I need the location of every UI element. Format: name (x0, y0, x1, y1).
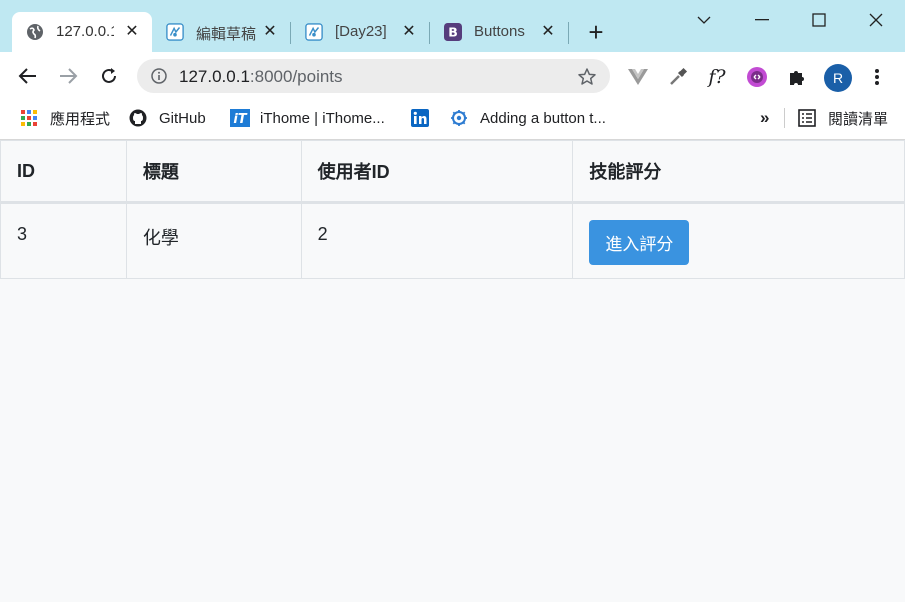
profile-avatar[interactable]: R (824, 64, 852, 92)
ithome-site-icon (305, 23, 323, 41)
bookmarks-overflow-button[interactable]: » (760, 108, 769, 128)
tab-close-icon[interactable]: ✕ (122, 21, 142, 41)
cell-user-id: 2 (300, 202, 574, 279)
tab-day23[interactable]: [Day23] ✕ (291, 12, 429, 52)
site-info-icon[interactable] (151, 68, 167, 84)
bookmark-ithome[interactable]: iT iThome | iThome... (230, 108, 385, 128)
tab-close-icon[interactable]: ✕ (538, 21, 558, 41)
github-icon (129, 109, 147, 127)
reading-list-icon (798, 109, 816, 127)
bookmark-apps[interactable]: 應用程式 (20, 108, 110, 128)
tab-close-icon[interactable]: ✕ (260, 21, 280, 41)
ithome-icon: iT (230, 109, 250, 127)
gear-like-site-icon (450, 109, 468, 127)
globe-icon (26, 23, 44, 41)
svg-text:B: B (448, 25, 458, 40)
bookmark-label: Adding a button t... (480, 109, 606, 127)
page-content: ID 標題 使用者ID 技能評分 3 化學 2 進入評分 (0, 140, 905, 602)
table-header-row: ID 標題 使用者ID 技能評分 (0, 140, 905, 204)
bookmark-linkedin[interactable] (411, 108, 441, 128)
address-bar[interactable]: 127.0.0.1:8000/points (137, 59, 610, 93)
devtools-extension-icon[interactable] (746, 66, 768, 88)
cell-title: 化學 (125, 202, 302, 279)
bootstrap-icon: B (444, 23, 462, 41)
svg-text:iT: iT (233, 112, 247, 127)
apps-grid-icon (20, 109, 38, 127)
cell-action: 進入評分 (572, 202, 905, 279)
tab-title: [Day23] (335, 23, 387, 40)
maximize-icon[interactable] (807, 8, 831, 32)
bookmark-label: 應用程式 (50, 110, 111, 128)
tab-title: Buttons (474, 23, 525, 40)
browser-toolbar: 127.0.0.1:8000/points f? R (0, 52, 905, 100)
bookmarks-bar: 應用程式 GitHub iT iThome | iThome... Adding… (0, 100, 905, 136)
bookmarks-divider (784, 108, 785, 128)
url-text: 127.0.0.1:8000/points (179, 67, 343, 87)
tab-edit-draft[interactable]: 編輯草稿 ✕ (152, 12, 290, 52)
tab-close-icon[interactable]: ✕ (399, 21, 419, 41)
browser-window: 127.0.0.1 ✕ 編輯草稿 ✕ [Day23] ✕ B Buttons ✕ (0, 0, 905, 602)
extensions-puzzle-icon[interactable] (786, 66, 808, 88)
ithome-site-icon (166, 23, 184, 41)
reading-list-label: 閱讀清單 (828, 110, 889, 128)
cell-id: 3 (0, 202, 127, 279)
eyedropper-icon[interactable] (667, 66, 689, 88)
column-header-id: ID (0, 140, 127, 204)
table-row: 3 化學 2 進入評分 (0, 202, 905, 279)
new-tab-button[interactable]: + (583, 19, 609, 46)
tab-strip: 127.0.0.1 ✕ 編輯草稿 ✕ [Day23] ✕ B Buttons ✕ (0, 0, 905, 52)
linkedin-icon (411, 109, 429, 127)
url-host: 127.0.0.1 (179, 67, 250, 86)
bookmark-star-icon[interactable] (577, 67, 597, 87)
url-path: :8000/points (249, 67, 343, 86)
back-arrow-icon[interactable] (16, 64, 40, 88)
formula-extension-icon[interactable]: f? (706, 66, 728, 88)
tab-title: 127.0.0.1 (56, 23, 114, 40)
forward-arrow-icon[interactable] (56, 64, 80, 88)
bookmark-adding-button[interactable]: Adding a button t... (450, 108, 606, 128)
tab-buttons[interactable]: B Buttons ✕ (430, 12, 568, 52)
reading-list-button[interactable]: 閱讀清單 (798, 108, 888, 128)
bookmark-label: GitHub (159, 109, 206, 127)
menu-kebab-icon[interactable] (866, 66, 888, 88)
bookmark-github[interactable]: GitHub (129, 108, 206, 128)
tab-separator (568, 22, 569, 44)
close-window-icon[interactable] (864, 8, 888, 32)
vue-devtools-icon[interactable] (627, 66, 649, 88)
tab-title: 編輯草稿 (196, 26, 256, 43)
column-header-skill-rating: 技能評分 (572, 140, 905, 204)
reload-icon[interactable] (97, 64, 121, 88)
column-header-user-id: 使用者ID (300, 140, 574, 204)
points-table: ID 標題 使用者ID 技能評分 3 化學 2 進入評分 (0, 140, 905, 279)
tab-search-chevron-icon[interactable] (692, 8, 716, 32)
tab-points[interactable]: 127.0.0.1 ✕ (12, 12, 152, 52)
column-header-title: 標題 (125, 140, 302, 204)
enter-rating-button[interactable]: 進入評分 (589, 220, 690, 265)
minimize-icon[interactable] (750, 8, 774, 32)
bookmark-label: iThome | iThome... (260, 109, 385, 127)
